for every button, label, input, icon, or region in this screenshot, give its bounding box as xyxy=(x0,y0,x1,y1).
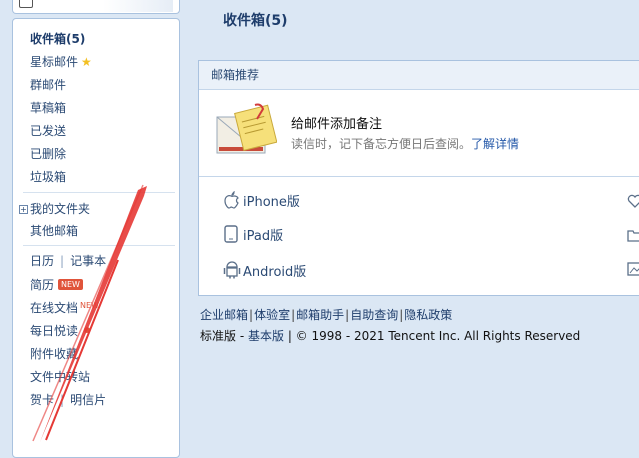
sidebar-item-notepad[interactable]: 记事本 xyxy=(70,254,106,268)
standard-version: 标准版 xyxy=(200,329,237,343)
recommend-panel: 邮箱推荐 给邮件添加备注 读信时，记下备忘方便日后查阅。了解详情 iPhone版… xyxy=(198,60,639,296)
iphone-app-link[interactable]: iPhone版 xyxy=(223,190,300,213)
ipad-app-link[interactable]: iPad版 xyxy=(223,225,283,247)
image-icon[interactable] xyxy=(627,261,639,277)
envelope-note-icon xyxy=(216,103,277,154)
sidebar-item-inbox[interactable]: 收件箱(5) xyxy=(30,30,85,47)
sidebar-item-online-docs[interactable]: 在线文档 NEW xyxy=(30,299,99,316)
app-label: Android版 xyxy=(243,265,307,280)
feature-card: 给邮件添加备注 读信时，记下备忘方便日后查阅。了解详情 xyxy=(215,101,635,171)
footer-link-self-service[interactable]: 自助查询 xyxy=(350,308,398,322)
heart-icon[interactable] xyxy=(627,193,639,209)
footer-link-lab[interactable]: 体验室 xyxy=(254,308,290,322)
separator: | xyxy=(291,308,296,322)
sidebar-item-deleted[interactable]: 已删除 xyxy=(30,145,66,162)
sidebar-item-label: 星标邮件 xyxy=(30,55,79,69)
feature-title: 给邮件添加备注 xyxy=(291,117,383,132)
new-label: NEW xyxy=(80,301,99,310)
sidebar-item-sent[interactable]: 已发送 xyxy=(30,122,66,139)
app-label: iPhone版 xyxy=(243,195,300,210)
sidebar-item-label: 在线文档 xyxy=(30,301,79,315)
star-icon: ★ xyxy=(81,55,92,69)
sidebar-item-group-mail[interactable]: 群邮件 xyxy=(30,76,66,93)
divider xyxy=(23,245,175,246)
divider xyxy=(23,192,175,193)
sidebar-item-attachment-favorites[interactable]: 附件收藏 xyxy=(30,345,78,362)
sidebar: 收件箱(5) 星标邮件 ★ 群邮件 草稿箱 已发送 已删除 垃圾箱 + 我的文件夹 … xyxy=(12,18,180,458)
sidebar-item-calendar[interactable]: 日历 xyxy=(30,254,54,268)
sidebar-item-calendar-row: 日历 | 记事本 xyxy=(30,252,106,269)
sidebar-item-other-mailboxes[interactable]: 其他邮箱 xyxy=(30,222,78,239)
page-title: 收件箱(5) xyxy=(223,13,288,29)
sidebar-item-drafts[interactable]: 草稿箱 xyxy=(30,99,66,116)
footer-link-enterprise[interactable]: 企业邮箱 xyxy=(200,308,248,322)
tablet-icon xyxy=(223,225,243,247)
sidebar-item-label: 我的文件夹 xyxy=(30,202,91,216)
sidebar-item-resume[interactable]: 简历 NEW xyxy=(30,276,83,293)
sidebar-top-edge xyxy=(12,0,180,14)
app-label: iPad版 xyxy=(243,229,284,244)
sidebar-item-daily-digest[interactable]: 每日悦读 xyxy=(30,322,91,339)
sidebar-item-spam[interactable]: 垃圾箱 xyxy=(30,168,66,185)
sidebar-item-file-transfer[interactable]: 文件中转站 xyxy=(30,368,90,385)
separator: | xyxy=(60,254,65,268)
main-content: 收件箱(5) 邮箱推荐 给邮件添加备注 读信时，记下备忘方便日后查阅。了解详情 xyxy=(198,0,639,447)
expand-icon[interactable]: + xyxy=(19,205,28,214)
sidebar-item-label: 每日悦读 xyxy=(30,324,79,338)
sidebar-item-greeting-row: 贺卡 | 明信片 xyxy=(30,391,106,408)
sidebar-item-label: 简历 xyxy=(30,278,55,292)
separator: | xyxy=(399,308,404,322)
footer-link-assistant[interactable]: 邮箱助手 xyxy=(296,308,344,322)
basic-version-link[interactable]: 基本版 xyxy=(248,329,284,343)
copyright-line: 标准版 - 基本版 | © 1998 - 2021 Tencent Inc. A… xyxy=(200,329,581,343)
feature-desc: 读信时，记下备忘方便日后查阅。了解详情 xyxy=(291,135,519,152)
sidebar-item-starred[interactable]: 星标邮件 ★ xyxy=(30,53,92,70)
top-fade xyxy=(103,0,173,12)
copyright-text: © 1998 - 2021 Tencent Inc. All Rights Re… xyxy=(295,329,581,343)
android-icon xyxy=(223,259,243,283)
separator: | xyxy=(60,393,65,407)
compose-icon[interactable] xyxy=(19,0,33,8)
sidebar-item-my-folders[interactable]: + 我的文件夹 xyxy=(19,200,90,217)
feature-desc-text: 读信时，记下备忘方便日后查阅。 xyxy=(291,137,472,151)
android-app-link[interactable]: Android版 xyxy=(223,259,306,283)
apple-icon xyxy=(223,190,243,213)
sidebar-item-postcard[interactable]: 明信片 xyxy=(70,393,106,407)
folder-icon[interactable] xyxy=(627,227,639,243)
sidebar-item-greeting-card[interactable]: 贺卡 xyxy=(30,393,54,407)
new-badge: NEW xyxy=(58,279,83,290)
separator: | xyxy=(249,308,254,322)
footer-link-privacy[interactable]: 隐私政策 xyxy=(404,308,452,322)
footer-links: 企业邮箱|体验室|邮箱助手|自助查询|隐私政策 xyxy=(200,306,452,323)
unread-dot xyxy=(84,327,91,333)
panel-header: 邮箱推荐 xyxy=(199,61,639,90)
learn-more-link[interactable]: 了解详情 xyxy=(471,137,519,151)
separator: | xyxy=(345,308,350,322)
panel-divider xyxy=(199,176,639,177)
